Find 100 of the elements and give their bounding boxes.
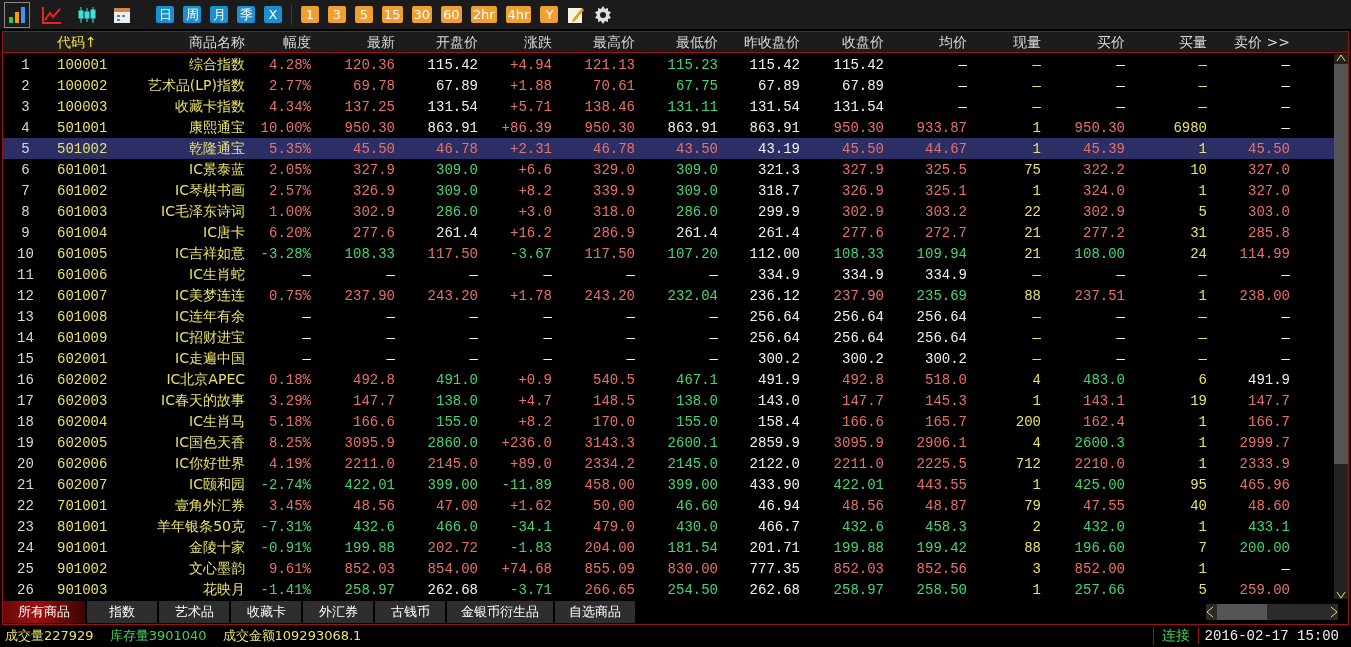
settings-icon[interactable] xyxy=(594,5,613,24)
table-row[interactable]: 10 601005 IC吉祥如意 -3.28% 108.33 117.50 -3.67 117.50 107.20 112.00 108.33 109.94 21 108.00 24 114.99 xyxy=(3,243,1334,265)
period-button[interactable]: 月 xyxy=(210,6,228,24)
chart-mode-button[interactable] xyxy=(4,1,30,28)
table-cell-text: -1.83 xyxy=(509,539,552,556)
table-cell-text: 2 xyxy=(1031,518,1041,535)
table-cell-text: 863.91 xyxy=(426,119,478,136)
table-row[interactable]: 19 602005 IC国色天香 8.25% 3095.9 2860.0 +236.0 3143.3 2600.1 2859.9 3095.9 2906.1 4 2600.3 1 2999.7 xyxy=(3,432,1334,454)
code-cell-text: 601001 xyxy=(56,161,109,178)
table-row[interactable]: 8 601003 IC毛泽东诗词 1.00% 302.9 286.0 +3.0 318.0 286.0 299.9 302.9 303.2 22 302.9 5 303.0 xyxy=(3,201,1334,223)
column-header[interactable]: 最低价 xyxy=(635,32,718,53)
category-tab[interactable]: 古钱币 xyxy=(375,601,445,624)
column-header[interactable]: 现量 xyxy=(967,32,1041,53)
column-header[interactable]: 买价 xyxy=(1041,32,1125,53)
category-tab[interactable]: 指数 xyxy=(87,601,157,624)
period-button[interactable]: X xyxy=(264,6,282,24)
table-cell-text: — xyxy=(625,329,635,346)
table-cell-text: 256.64 xyxy=(832,329,884,346)
column-header[interactable]: 最高价 xyxy=(552,32,635,53)
name-cell-text: IC生肖马 xyxy=(188,412,245,431)
table-cell-text: 2.77% xyxy=(268,77,311,94)
table-cell-text: 261.4 xyxy=(675,224,718,241)
table-row[interactable]: 26 901003 花映月 -1.41% 258.97 262.68 -3.71 266.65 254.50 262.68 258.97 258.50 1 257.66 5 259.00 xyxy=(3,579,1334,601)
table-cell-text: 48.87 xyxy=(924,497,967,514)
column-header[interactable]: 商品名称 xyxy=(128,32,245,53)
table-row[interactable]: 16 602002 IC北京APEC 0.18% 492.8 491.0 +0.9 540.5 467.1 491.9 492.8 518.0 4 483.0 6 491.9 xyxy=(3,369,1334,391)
table-cell-text: 321.3 xyxy=(757,161,800,178)
category-tab[interactable]: 自选商品 xyxy=(555,601,635,624)
table-row[interactable]: 24 901001 金陵十家 -0.91% 199.88 202.72 -1.83 204.00 181.54 201.71 199.88 199.42 88 196.60 7 200.00 xyxy=(3,537,1334,559)
period-button[interactable]: 季 xyxy=(237,6,255,24)
table-cell-text: 5.18% xyxy=(268,413,311,430)
table-row[interactable]: 5 501002 乾隆通宝 5.35% 45.50 46.78 +2.31 46.78 43.50 43.19 45.50 44.67 1 45.39 1 45.50 xyxy=(3,138,1334,160)
table-cell-text: 491.0 xyxy=(435,371,478,388)
table-cell-text: 9.61% xyxy=(268,560,311,577)
column-header[interactable]: 代码↑ xyxy=(48,32,128,53)
pencil-icon[interactable] xyxy=(567,5,586,24)
column-header[interactable]: 开盘价 xyxy=(395,32,478,53)
table-row[interactable]: 17 602003 IC春天的故事 3.29% 147.7 138.0 +4.7 148.5 138.0 143.0 147.7 145.3 1 143.1 19 147.7 xyxy=(3,390,1334,412)
table-cell-text: 286.0 xyxy=(435,203,478,220)
table-row[interactable]: 25 901002 文心墨韵 9.61% 852.03 854.00 +74.68 855.09 830.00 777.35 852.03 852.56 3 852.00 1 — xyxy=(3,558,1334,580)
column-header[interactable]: 均价 xyxy=(884,32,967,53)
table-row[interactable]: 3 100003 收藏卡指数 4.34% 137.25 131.54 +5.71 138.46 131.11 131.54 131.54 — — — — — xyxy=(3,96,1334,118)
column-header[interactable]: 涨跌 xyxy=(478,32,552,53)
row-number: 12 xyxy=(16,287,35,304)
up-chevron-icon[interactable] xyxy=(1336,54,1346,63)
table-row[interactable]: 13 601008 IC连年有余 — — — — — — 256.64 256.64 256.64 — — — — xyxy=(3,306,1334,328)
table-row[interactable]: 7 601002 IC琴棋书画 2.57% 326.9 309.0 +8.2 339.9 309.0 318.7 326.9 325.1 1 324.0 1 327.0 xyxy=(3,180,1334,202)
down-chevron-icon[interactable] xyxy=(1336,591,1346,600)
table-row[interactable]: 22 701001 壹角外汇券 3.45% 48.56 47.00 +1.62 50.00 46.60 46.94 48.56 48.87 79 47.55 40 48.60 xyxy=(3,495,1334,517)
table-cell-text: 258.97 xyxy=(343,581,395,598)
table-cell-text: 243.20 xyxy=(426,287,478,304)
table-cell-text: 325.5 xyxy=(924,161,967,178)
period-button[interactable]: 周 xyxy=(183,6,201,24)
table-row[interactable]: 2 100002 艺术品(LP)指数 2.77% 69.78 67.89 +1.88 70.61 67.75 67.89 67.89 — — — — — xyxy=(3,75,1334,97)
table-row[interactable]: 21 602007 IC颐和园 -2.74% 422.01 399.00 -11.89 458.00 399.00 433.90 422.01 443.55 1 425.00 95 465.96 xyxy=(3,474,1334,496)
column-header[interactable]: 最新 xyxy=(311,32,395,53)
scrollbar-thumb[interactable] xyxy=(1334,64,1348,465)
table-row[interactable]: 1 100001 综合指数 4.28% 120.36 115.42 +4.94 121.13 115.23 115.42 115.42 — — — — — xyxy=(3,54,1334,76)
table-cell-text: 2334.2 xyxy=(583,455,635,472)
category-tab[interactable]: 收藏卡 xyxy=(231,601,301,624)
table-cell-text: -3.28% xyxy=(259,245,311,262)
table-row[interactable]: 23 801001 羊年银条50克 -7.31% 432.6 466.0 -34.1 479.0 430.0 466.7 432.6 458.3 2 432.0 1 433.1 xyxy=(3,516,1334,538)
name-cell-text: IC颐和园 xyxy=(188,475,245,494)
table-row[interactable]: 20 602006 IC你好世界 4.19% 2211.0 2145.0 +89.0 2334.2 2145.0 2122.0 2211.0 2225.5 712 2210.0 1 2333.9 xyxy=(3,453,1334,475)
row-number: 1 xyxy=(20,56,31,73)
table-row[interactable]: 6 601001 IC景泰蓝 2.05% 327.9 309.0 +6.6 329.0 309.0 321.3 327.9 325.5 75 322.2 10 327.0 xyxy=(3,159,1334,181)
category-tab[interactable]: 外汇券 xyxy=(303,601,373,624)
code-cell-text: 601006 xyxy=(56,266,109,283)
column-header[interactable]: 收盘价 xyxy=(800,32,884,53)
table-row[interactable]: 9 601004 IC唐卡 6.20% 277.6 261.4 +16.2 286.9 261.4 261.4 277.6 272.7 21 277.2 31 285.8 xyxy=(3,222,1334,244)
row-number: 23 xyxy=(16,518,35,535)
table-cell-text: 117.50 xyxy=(426,245,478,262)
left-chevron-icon[interactable] xyxy=(1206,606,1214,619)
column-header[interactable]: 卖价 >> xyxy=(1207,32,1290,53)
table-row[interactable]: 18 602004 IC生肖马 5.18% 166.6 155.0 +8.2 170.0 155.0 158.4 166.6 165.7 200 162.4 1 166.7 xyxy=(3,411,1334,433)
table-cell-text: 1 xyxy=(1197,413,1207,430)
table-cell-text: 327.9 xyxy=(841,161,884,178)
row-number: 15 xyxy=(16,350,35,367)
category-tab[interactable]: 艺术品 xyxy=(159,601,229,624)
column-header[interactable]: 昨收盘价 xyxy=(718,32,800,53)
table-row[interactable]: 15 602001 IC走遍中国 — — — — — — 300.2 300.2 300.2 — — — — xyxy=(3,348,1334,370)
table-row[interactable]: 14 601009 IC招财进宝 — — — — — — 256.64 256.64 256.64 — — — — xyxy=(3,327,1334,349)
code-cell-text: 601008 xyxy=(56,308,109,325)
table-cell-text: — xyxy=(385,350,395,367)
category-tab[interactable]: 金银币衍生品 xyxy=(447,601,553,624)
table-row[interactable]: 12 601007 IC美梦连连 0.75% 237.90 243.20 +1.78 243.20 232.04 236.12 237.90 235.69 88 237.51 1 238.00 xyxy=(3,285,1334,307)
period-button[interactable]: 日 xyxy=(156,6,174,24)
horizontal-scrollbar[interactable] xyxy=(1206,604,1338,621)
column-header[interactable]: 买量 xyxy=(1125,32,1207,53)
vertical-scrollbar[interactable] xyxy=(1334,54,1348,600)
category-tab[interactable]: 所有商品 xyxy=(3,601,85,624)
scrollbar-thumb[interactable] xyxy=(1217,604,1267,621)
table-cell-text: 443.55 xyxy=(915,476,967,493)
table-cell-text: 4.28% xyxy=(268,56,311,73)
table-row[interactable]: 4 501001 康熙通宝 10.00% 950.30 863.91 +86.39 950.30 863.91 863.91 950.30 933.87 1 950.30 6980 — xyxy=(3,117,1334,139)
table-cell-text: — xyxy=(1031,98,1041,115)
table-cell-text: 325.1 xyxy=(924,182,967,199)
column-header[interactable]: 幅度 xyxy=(245,32,311,53)
right-chevron-icon[interactable] xyxy=(1330,606,1338,619)
table-row[interactable]: 11 601006 IC生肖蛇 — — — — — — 334.9 334.9 334.9 — — — — xyxy=(3,264,1334,286)
